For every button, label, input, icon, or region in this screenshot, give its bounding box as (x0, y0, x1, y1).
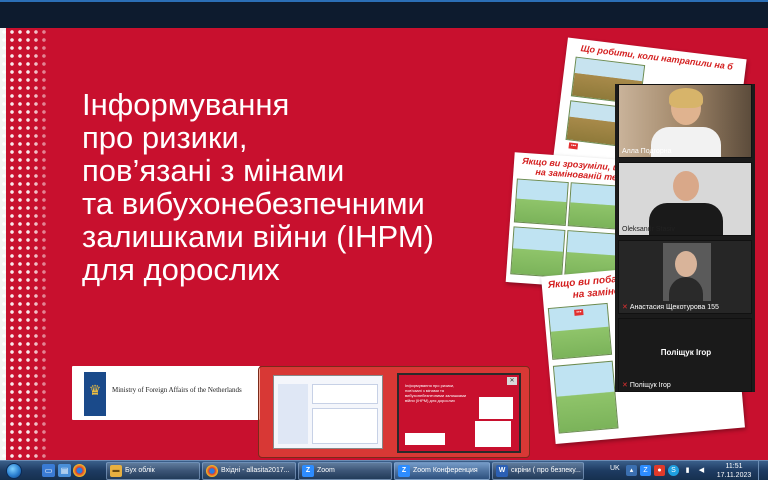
poster-panel (552, 360, 619, 434)
taskbar-button-label: Вхідні - allasita2017... (221, 467, 290, 474)
top-accent-line (0, 0, 768, 2)
participant-name-row: ✕ Поліщук Ігор (622, 381, 671, 389)
muted-mic-icon: ✕ (622, 304, 628, 311)
video-participants-panel: Алла Подгорна Oleksandr Stasiv ✕ Анастаси… (615, 84, 755, 392)
word-icon: W (496, 465, 508, 477)
preview-poster (479, 397, 513, 419)
zoom-icon: Z (302, 465, 314, 477)
poster-panel (513, 178, 569, 226)
preview-sidebar (278, 384, 308, 444)
title-line: пов’язані з мінами (82, 153, 345, 188)
chrome-icon (206, 465, 218, 477)
title-line: про ризики, (82, 120, 248, 155)
top-bar (0, 0, 768, 28)
participant-tile[interactable]: Алла Подгорна (618, 84, 752, 158)
participant-tile[interactable]: Поліщук Ігор ✕ Поліщук Ігор (618, 318, 752, 392)
taskbar-button-label: Zoom Конференция (413, 467, 478, 474)
participant-name: Oleksandr Stasiv (622, 226, 675, 233)
poster-panel (510, 226, 566, 278)
participant-center-name: Поліщук Ігор (660, 348, 712, 357)
shield-icon[interactable]: ● (654, 465, 665, 476)
taskbar-button[interactable]: Вхідні - allasita2017... (202, 462, 296, 480)
language-indicator[interactable]: UK (610, 465, 620, 472)
poster-tag: ••• (574, 309, 584, 316)
zoom-tray-icon[interactable]: Z (640, 465, 651, 476)
preview-poster (475, 421, 511, 447)
taskbar-button-label: Zoom (317, 467, 335, 474)
taskbar: ▭ ▤ ▬ Бух облік Вхідні - allasita2017... … (0, 460, 768, 480)
participant-hair (669, 88, 703, 108)
windows-orb-icon (6, 463, 22, 479)
participant-name: Анастасия Щекотурова 155 (629, 304, 719, 311)
preview-thumbnail-2[interactable]: ✕ Інформування про ризики, пов’язані з м… (397, 373, 521, 453)
participant-head (675, 251, 697, 277)
preview-mini-title: Інформування про ризики, пов’язані з мін… (405, 383, 467, 403)
network-icon[interactable]: ▮ (682, 465, 693, 476)
crest-icon: ♛ (88, 382, 102, 398)
taskbar-button-label: Бух облік (125, 467, 155, 474)
zoom-icon: Z (398, 465, 410, 477)
explorer-icon[interactable]: ▤ (58, 464, 71, 477)
close-icon[interactable]: ✕ (507, 377, 517, 385)
title-line: залишками війни (ІНРМ) (82, 219, 434, 254)
title-line: та вибухонебезпечними (82, 186, 425, 221)
preview-logo (405, 433, 445, 445)
preview-content (312, 384, 378, 404)
taskbar-preview-popup: ✕ Інформування про ризики, пов’язані з м… (258, 366, 530, 458)
taskbar-button[interactable]: Z Zoom Конференция (394, 462, 490, 480)
tray-icon[interactable]: ▴ (626, 465, 637, 476)
title-line: Інформування (82, 87, 290, 122)
participant-tile[interactable]: Oleksandr Stasiv (618, 162, 752, 236)
start-button[interactable] (2, 461, 26, 480)
ministry-logo: ♛ Ministry of Foreign Affairs of the Net… (72, 366, 260, 420)
dot-fade (30, 28, 60, 460)
preview-content (312, 408, 378, 444)
show-desktop-button[interactable] (758, 461, 768, 480)
logo-text: Ministry of Foreign Affairs of the Nethe… (112, 386, 242, 394)
poster-tag: ••• (568, 142, 579, 150)
taskbar-button[interactable]: ▬ Бух облік (106, 462, 200, 480)
participant-name-row: ✕ Анастасия Щекотурова 155 (622, 303, 719, 311)
show-desktop-icon[interactable]: ▭ (42, 464, 55, 477)
muted-mic-icon: ✕ (622, 382, 628, 389)
clock[interactable]: 11:51 17.11.2023 (712, 462, 756, 480)
taskbar-button-label: скріни ( про безпеку... (511, 467, 581, 474)
participant-name: Алла Подгорна (622, 148, 672, 155)
preview-thumbnail-1[interactable] (273, 375, 383, 449)
skype-icon[interactable]: S (668, 465, 679, 476)
taskbar-button[interactable]: Z Zoom (298, 462, 392, 480)
taskbar-button[interactable]: Wскріни ( про безпеку... (492, 462, 584, 480)
slide-title: Інформування про ризики, пов’язані з мін… (82, 88, 482, 286)
participant-name: Поліщук Ігор (629, 382, 671, 389)
clock-time: 11:51 (725, 463, 743, 470)
volume-icon[interactable]: ◀ (696, 465, 707, 476)
chrome-icon[interactable] (73, 464, 86, 477)
screen: Інформування про ризики, пов’язані з мін… (0, 0, 768, 480)
folder-icon: ▬ (110, 465, 122, 477)
participant-head (673, 171, 699, 201)
title-line: для дорослих (82, 252, 280, 287)
participant-tile[interactable]: ✕ Анастасия Щекотурова 155 (618, 240, 752, 314)
clock-date: 17.11.2023 (716, 472, 752, 479)
